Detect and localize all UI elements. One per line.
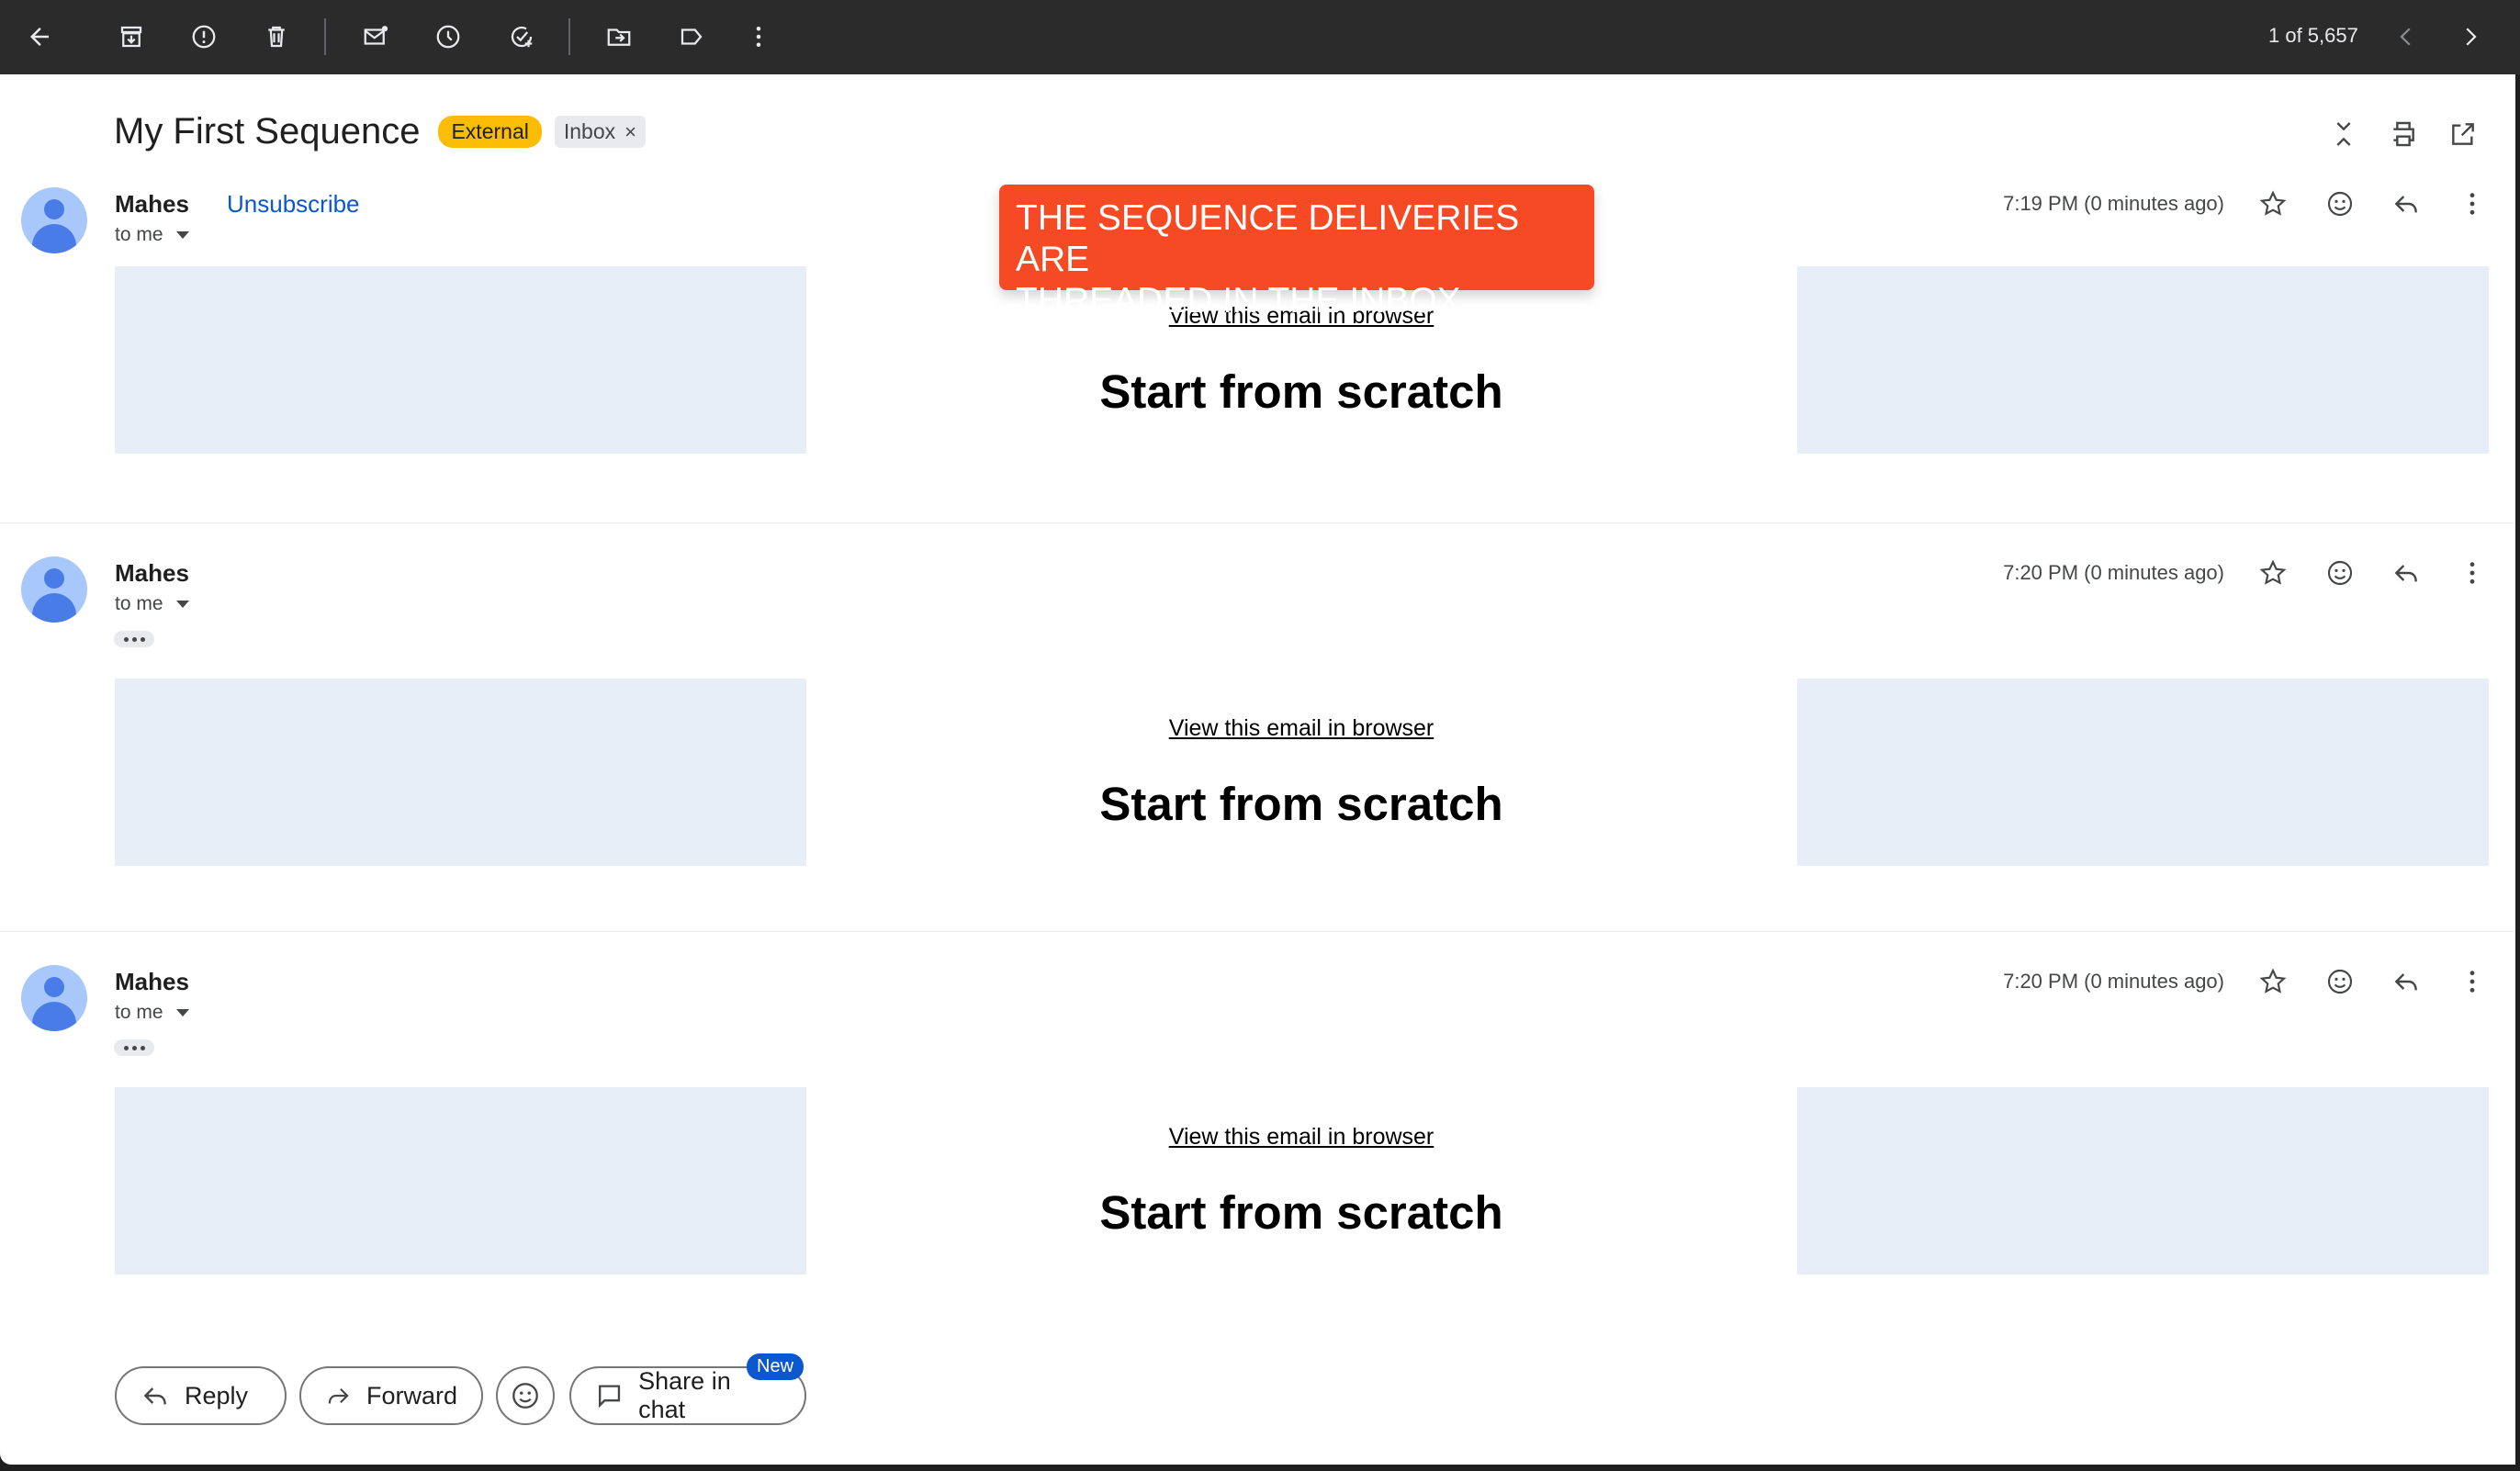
more-vert-icon[interactable] [737, 16, 780, 58]
sender-name[interactable]: Mahes [115, 190, 189, 219]
emoji-reaction-button[interactable] [496, 1366, 555, 1425]
reply-button[interactable]: Reply [115, 1366, 287, 1425]
avatar[interactable] [21, 556, 87, 623]
email-image-placeholder [115, 266, 806, 454]
next-icon[interactable] [2449, 16, 2492, 58]
recipients-toggle[interactable]: to me [115, 1002, 189, 1024]
email-image-placeholder [1797, 266, 2489, 454]
snooze-icon[interactable] [427, 16, 469, 58]
reply-icon[interactable] [2385, 183, 2427, 225]
reply-icon[interactable] [2385, 552, 2427, 594]
archive-icon[interactable] [110, 16, 152, 58]
thread-view: My First Sequence External Inbox × Mahes… [0, 74, 2515, 1465]
view-in-browser-link[interactable]: View this email in browser [1056, 715, 1547, 742]
collapse-all-icon[interactable] [2323, 113, 2365, 155]
email-image-placeholder [115, 679, 806, 866]
message-time: 7:20 PM (0 minutes ago) [2003, 561, 2224, 584]
message-divider [0, 522, 2515, 523]
report-spam-icon[interactable] [183, 16, 225, 58]
page-count: 1 of 5,657 [2268, 24, 2358, 47]
window-edge [2515, 74, 2520, 1471]
prev-icon[interactable] [2385, 16, 2427, 58]
chevron-down-icon [175, 1009, 189, 1016]
email-image-placeholder [1797, 679, 2489, 866]
add-reaction-icon[interactable] [2319, 183, 2361, 225]
back-arrow-icon[interactable] [18, 16, 61, 58]
forward-label: Forward [366, 1381, 457, 1409]
star-icon[interactable] [2252, 960, 2294, 1003]
recipients-label: to me [115, 593, 163, 614]
email-headline: Start from scratch [1099, 365, 1503, 418]
more-vert-icon[interactable] [2451, 552, 2493, 594]
email-headline: Start from scratch [1099, 778, 1503, 830]
recipients-label: to me [115, 224, 163, 245]
recipients-label: to me [115, 1002, 163, 1023]
print-icon[interactable] [2382, 113, 2424, 155]
star-icon[interactable] [2252, 552, 2294, 594]
add-to-tasks-icon[interactable] [501, 16, 543, 58]
delete-icon[interactable] [255, 16, 298, 58]
label-inbox[interactable]: Inbox × [554, 116, 646, 148]
forward-button[interactable]: Forward [299, 1366, 483, 1425]
reply-icon [143, 1387, 166, 1405]
add-reaction-icon[interactable] [2319, 552, 2361, 594]
message-time: 7:20 PM (0 minutes ago) [2003, 970, 2224, 993]
recipients-toggle[interactable]: to me [115, 224, 189, 246]
label-icon[interactable] [670, 16, 713, 58]
sender-name[interactable]: Mahes [115, 559, 189, 588]
avatar[interactable] [21, 187, 87, 253]
banner-line-1: THE SEQUENCE DELIVERIES ARE [1016, 198, 1520, 279]
remove-label-icon[interactable]: × [624, 120, 636, 144]
toolbar-separator [568, 18, 570, 55]
avatar[interactable] [21, 965, 87, 1031]
star-icon[interactable] [2252, 183, 2294, 225]
message-divider [0, 931, 2515, 932]
thread-subject: My First Sequence [114, 111, 421, 152]
message-time: 7:19 PM (0 minutes ago) [2003, 192, 2224, 215]
thread-toolbar: 1 of 5,657 [0, 0, 2520, 74]
recipients-toggle[interactable]: to me [115, 593, 189, 615]
email-headline: Start from scratch [1099, 1186, 1503, 1239]
reply-icon[interactable] [2385, 960, 2427, 1003]
chevron-down-icon [175, 601, 189, 608]
chevron-down-icon [175, 231, 189, 239]
thread-actions [2323, 113, 2515, 155]
open-new-window-icon[interactable] [2442, 113, 2484, 155]
more-vert-icon[interactable] [2451, 960, 2493, 1003]
label-inbox-text: Inbox [563, 119, 616, 143]
new-badge: New [747, 1353, 804, 1380]
email-image-placeholder [1797, 1087, 2489, 1274]
sender-name[interactable]: Mahes [115, 968, 189, 996]
forward-icon [328, 1387, 349, 1404]
banner-line-2: THREADED IN THE INBOX [1016, 281, 1461, 320]
label-external: External [438, 116, 542, 148]
unsubscribe-link[interactable]: Unsubscribe [227, 190, 360, 219]
chat-icon [599, 1385, 621, 1409]
annotation-banner: THE SEQUENCE DELIVERIES ARE THREADED IN … [999, 185, 1594, 320]
toolbar-separator [324, 18, 326, 55]
view-in-browser-link[interactable]: View this email in browser [1056, 1124, 1547, 1151]
show-trimmed-content-button[interactable] [114, 1039, 154, 1056]
reply-label: Reply [185, 1381, 249, 1409]
email-image-placeholder [115, 1087, 806, 1274]
smiley-icon [512, 1383, 538, 1409]
move-to-icon[interactable] [598, 16, 640, 58]
subject-row: My First Sequence External Inbox × [114, 111, 646, 152]
more-vert-icon[interactable] [2451, 183, 2493, 225]
mark-unread-icon[interactable] [354, 16, 397, 58]
add-reaction-icon[interactable] [2319, 960, 2361, 1003]
show-trimmed-content-button[interactable] [114, 631, 154, 647]
